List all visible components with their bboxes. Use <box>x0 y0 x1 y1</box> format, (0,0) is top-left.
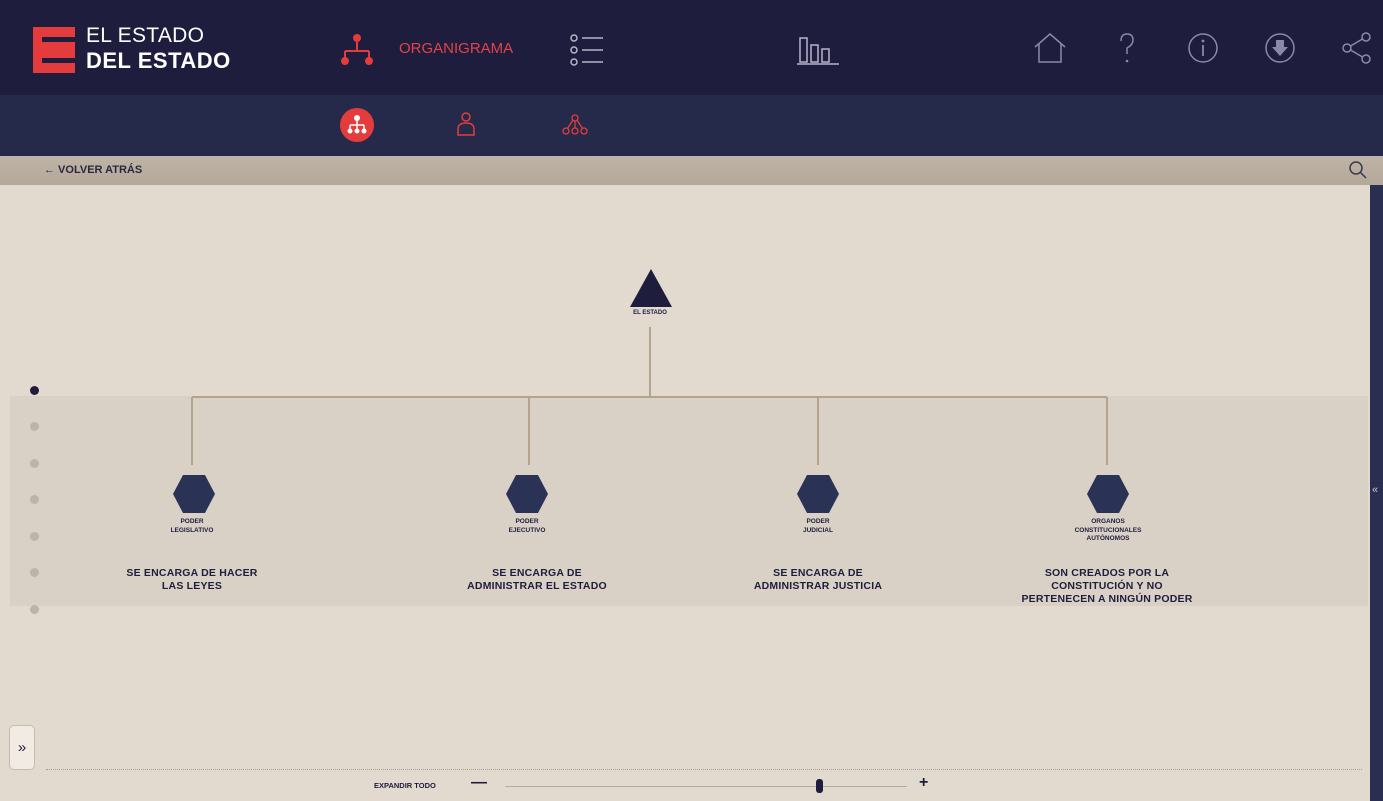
node-title-line: PODER <box>806 518 830 525</box>
node-description-line: SE ENCARGA DE HACER <box>126 567 258 579</box>
node-title-line: CONSTITUCIONALES <box>1074 526 1142 534</box>
level-dot-2[interactable] <box>30 422 39 431</box>
expand-all-button[interactable]: EXPANDIR TODO <box>374 781 436 790</box>
level-dot-1[interactable] <box>30 386 39 395</box>
node-description-line: ADMINISTRAR EL ESTADO <box>467 580 607 592</box>
expand-sidebar-button[interactable]: » <box>9 725 35 770</box>
node-description-line: SON CREADOS POR LA <box>1044 567 1170 579</box>
level-dot-7[interactable] <box>30 605 39 614</box>
node-title-line: LEGISLATIVO <box>170 526 214 534</box>
level-dot-5[interactable] <box>30 532 39 541</box>
node-description-line: SE ENCARGA DE <box>492 567 582 579</box>
level-dot-6[interactable] <box>30 568 39 577</box>
node-title-line: AUTÓNOMOS <box>1086 535 1130 542</box>
zoom-slider-track[interactable] <box>505 786 907 787</box>
node-description-line: CONSTITUCIÓN Y NO <box>1051 580 1163 592</box>
zoom-slider-handle[interactable] <box>815 779 823 793</box>
node-description-line: SE ENCARGA DE <box>773 567 863 579</box>
root-node-label: EL ESTADO <box>633 310 667 316</box>
hexagon-node[interactable] <box>505 474 549 514</box>
node-title-line: PODER <box>515 518 539 525</box>
zoom-out-button[interactable]: — <box>471 774 487 792</box>
node-title-line: JUDICIAL <box>803 526 833 534</box>
zoom-in-button[interactable]: + <box>919 774 928 792</box>
level-dot-4[interactable] <box>30 495 39 504</box>
node-title-line: PODER <box>180 518 204 525</box>
root-triangle-node[interactable] <box>629 268 673 308</box>
node-description-line: PERTENECEN A NINGÚN PODER <box>1021 593 1193 605</box>
node-title-line: ORGANOS <box>1091 518 1125 525</box>
connector-lines <box>191 327 1108 465</box>
hexagon-node[interactable] <box>1086 474 1130 514</box>
hexagon-node[interactable] <box>172 474 216 514</box>
node-description-line: ADMINISTRAR JUSTICIA <box>753 580 883 592</box>
hexagon-node[interactable] <box>796 474 840 514</box>
footer-divider <box>46 769 1362 770</box>
node-title-line: EJECUTIVO <box>508 526 546 534</box>
node-description-line: LAS LEYES <box>161 580 223 592</box>
level-dot-3[interactable] <box>30 459 39 468</box>
